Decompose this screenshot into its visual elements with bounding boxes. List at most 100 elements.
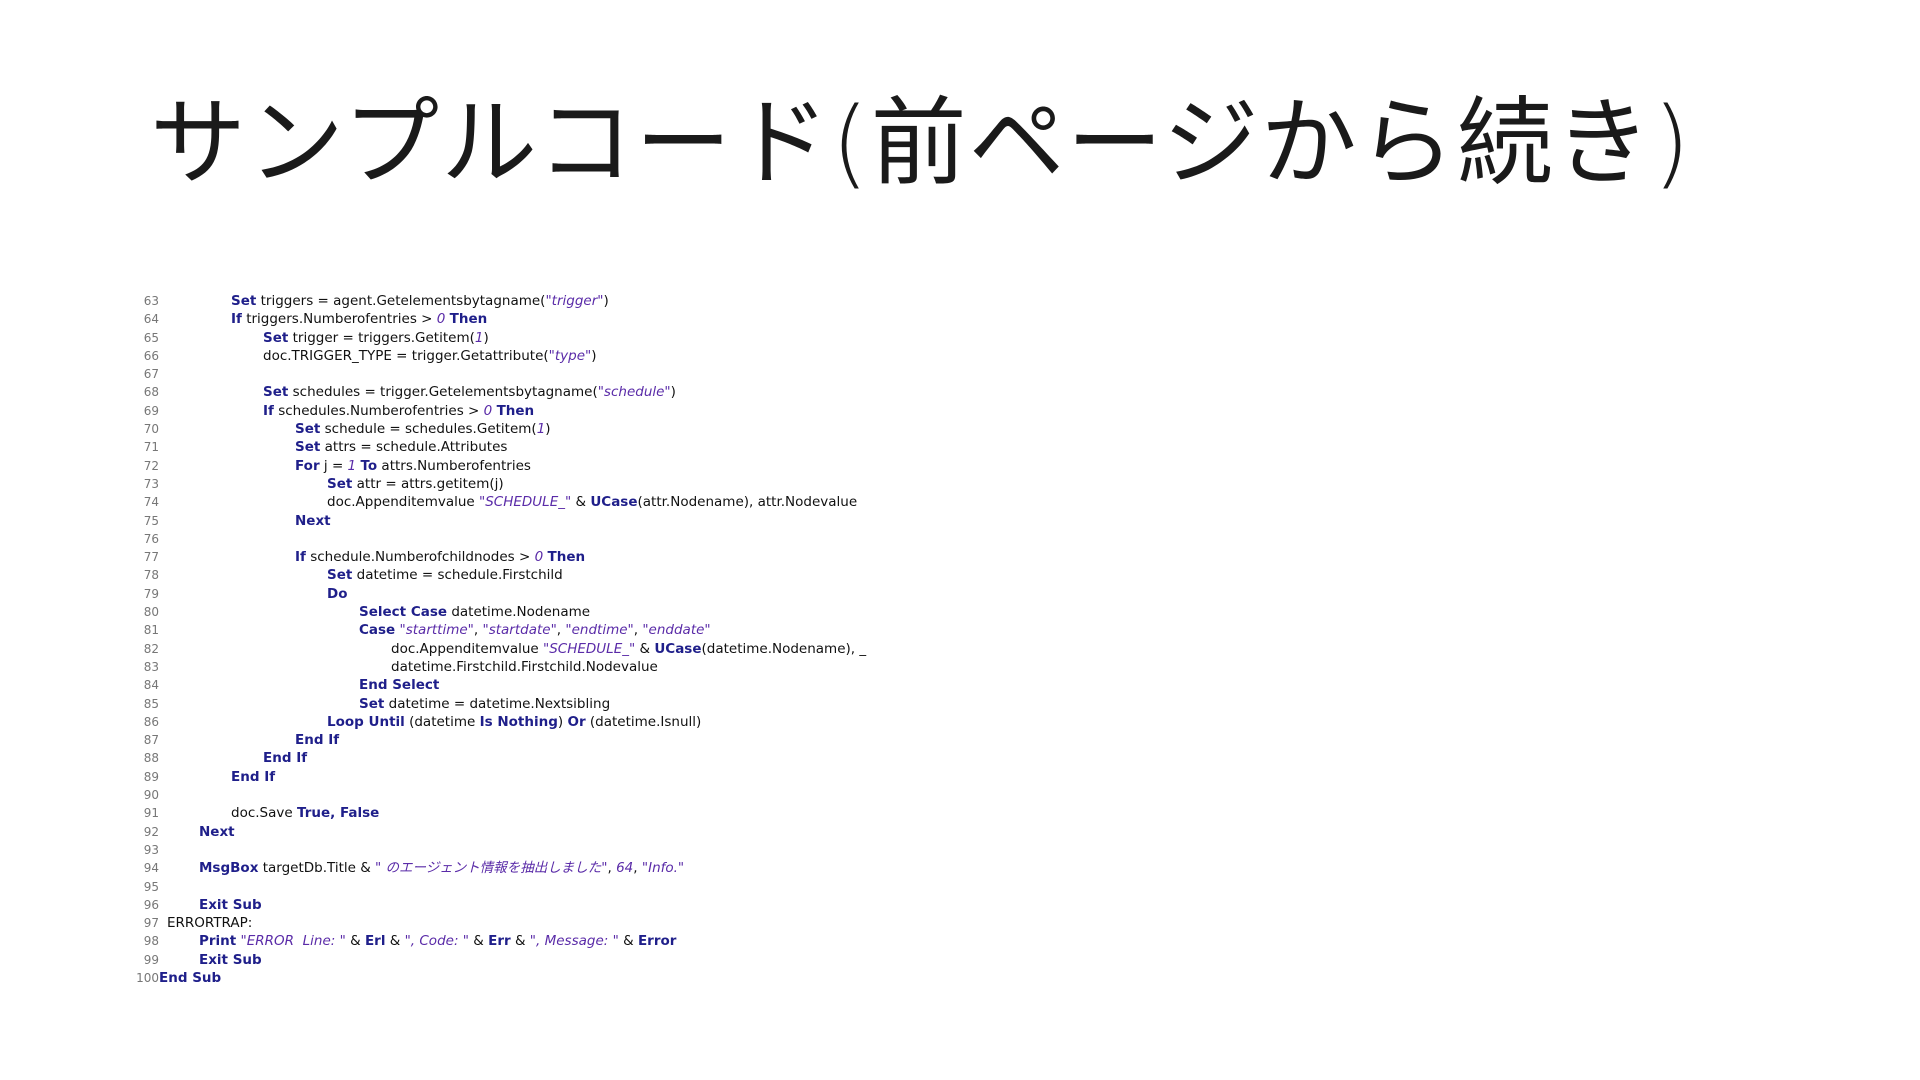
code-token: (datetime <box>404 713 480 730</box>
code-line: 92 Next <box>125 823 866 841</box>
code-text: If triggers.Numberofentries > 0 Then <box>231 310 487 328</box>
code-line: 67 <box>125 365 866 383</box>
code-keyword: UCase <box>654 640 702 657</box>
code-text: Select Case datetime.Nodename <box>359 603 590 621</box>
code-token: attrs.Numberofentries <box>377 457 531 474</box>
code-text: Loop Until (datetime Is Nothing) Or (dat… <box>327 713 701 731</box>
code-keyword: If <box>263 402 274 419</box>
code-line: 96 Exit Sub <box>125 896 866 914</box>
line-number: 99 <box>143 952 159 967</box>
code-line: 93 <box>125 841 866 859</box>
code-token: & <box>571 494 591 511</box>
code-keyword: Set <box>231 293 257 309</box>
code-keyword: To <box>360 457 378 474</box>
code-string: "ERROR Line: " <box>240 933 346 950</box>
line-number: 68 <box>143 385 159 400</box>
code-keyword: Set <box>327 567 353 584</box>
line-number: 67 <box>143 367 159 382</box>
code-keyword: End If <box>295 732 340 749</box>
code-token: ) <box>545 421 551 438</box>
line-number: 69 <box>143 403 159 418</box>
code-keyword: Set <box>263 384 289 401</box>
code-keyword: Case <box>359 622 396 639</box>
code-text: doc.TRIGGER_TYPE = trigger.Getattribute(… <box>263 347 597 365</box>
code-line: 78 Set datetime = schedule.Firstchild <box>125 566 866 584</box>
code-number: 0 <box>534 549 544 566</box>
code-keyword: Set <box>327 475 353 492</box>
line-number: 83 <box>143 659 159 674</box>
line-number: 78 <box>143 568 159 583</box>
line-number: 66 <box>143 348 159 363</box>
line-number: 89 <box>143 769 159 784</box>
code-keyword: End Select <box>359 677 440 694</box>
line-number: 91 <box>143 806 159 821</box>
code-string: "type" <box>548 347 592 364</box>
code-line: 81 Case "starttime", "startdate", "endtim… <box>125 621 866 639</box>
code-text: Set datetime = schedule.Firstchild <box>327 566 563 584</box>
code-line: 99 Exit Sub <box>125 951 866 969</box>
code-token: datetime = datetime.Nextsibling <box>384 695 611 712</box>
code-text: Next <box>199 823 235 841</box>
code-text: Set attrs = schedule.Attributes <box>295 438 507 456</box>
code-token: datetime.Firstchild.Firstchild.Nodevalue <box>391 658 658 675</box>
code-line: 88 End If <box>125 749 866 767</box>
code-text: Exit Sub <box>199 896 262 914</box>
line-number: 65 <box>143 330 159 345</box>
code-text: datetime.Firstchild.Firstchild.Nodevalue <box>391 658 658 676</box>
code-line: 87 End If <box>125 731 866 749</box>
code-text: doc.Save True, False <box>231 804 379 822</box>
line-number: 79 <box>143 586 159 601</box>
code-line: 84 End Select <box>125 676 866 694</box>
code-line: 77 If schedule.Numberofchildnodes > 0 The… <box>125 548 866 566</box>
slide-title: サンプルコード(前ページから続き) <box>150 87 1693 199</box>
line-number: 96 <box>143 897 159 912</box>
code-text: doc.Appenditemvalue "SCHEDULE_" & UCase(… <box>327 493 857 511</box>
code-keyword: Select Case <box>359 604 448 621</box>
code-line: 98 Print "ERROR Line: " & Erl & ", Code: … <box>125 932 866 950</box>
code-token: ERRORTRAP: <box>167 915 253 932</box>
line-number: 90 <box>143 788 159 803</box>
code-text: End If <box>295 731 339 749</box>
code-token: ) <box>670 384 676 401</box>
code-line: 63 Set triggers = agent.Getelementsbytagn… <box>125 292 866 310</box>
code-keyword: Then <box>496 402 535 419</box>
code-token: doc.Appenditemvalue <box>391 640 544 657</box>
code-line: 65 Set trigger = triggers.Getitem(1) <box>125 329 866 347</box>
code-keyword: Or <box>567 713 586 730</box>
code-token: doc.Appenditemvalue <box>327 494 480 511</box>
code-line: 69 If schedules.Numberofentries > 0 Then <box>125 402 866 420</box>
code-token: (datetime.Isnull) <box>585 713 702 730</box>
code-keyword: End If <box>263 750 308 767</box>
code-token: doc.TRIGGER_TYPE = trigger.Getattribute( <box>263 347 549 364</box>
code-token: & <box>510 933 530 950</box>
code-line: 95 <box>125 878 866 896</box>
code-string: "SCHEDULE_" <box>543 640 636 657</box>
code-line: 100 End Sub <box>125 969 866 987</box>
code-token: doc.Save <box>231 805 297 822</box>
code-text: Set attr = attrs.getitem(j) <box>327 475 504 493</box>
code-string: "trigger" <box>545 293 604 309</box>
line-number: 100 <box>136 970 159 985</box>
code-text: End If <box>263 749 307 767</box>
code-line: 68 Set schedules = trigger.Getelementsbyt… <box>125 383 866 401</box>
code-token: (attr.Nodename), attr.Nodevalue <box>637 494 858 511</box>
code-text: Next <box>295 512 331 530</box>
code-line: 75 Next <box>125 512 866 530</box>
code-token: schedules.Numberofentries > <box>273 402 484 419</box>
line-number: 63 <box>143 294 159 308</box>
code-text: Set schedule = schedules.Getitem(1) <box>295 420 551 438</box>
code-string: "enddate" <box>642 622 711 639</box>
code-text: If schedules.Numberofentries > 0 Then <box>263 402 534 420</box>
code-string: "starttime" <box>399 622 474 639</box>
code-token: ) <box>591 347 597 364</box>
code-token: attr = attrs.getitem(j) <box>352 475 504 492</box>
code-token: & <box>469 933 489 950</box>
line-number: 81 <box>143 623 159 638</box>
line-number: 64 <box>143 312 159 327</box>
code-keyword: Set <box>263 329 289 346</box>
code-line: 94 MsgBox targetDb.Title & " のエージェント情報を抽出… <box>125 859 866 877</box>
code-line: 66 doc.TRIGGER_TYPE = trigger.Getattribut… <box>125 347 866 365</box>
code-keyword: True, False <box>296 805 380 822</box>
code-line: 70 Set schedule = schedules.Getitem(1) <box>125 420 866 438</box>
code-token: datetime.Nodename <box>447 604 591 621</box>
